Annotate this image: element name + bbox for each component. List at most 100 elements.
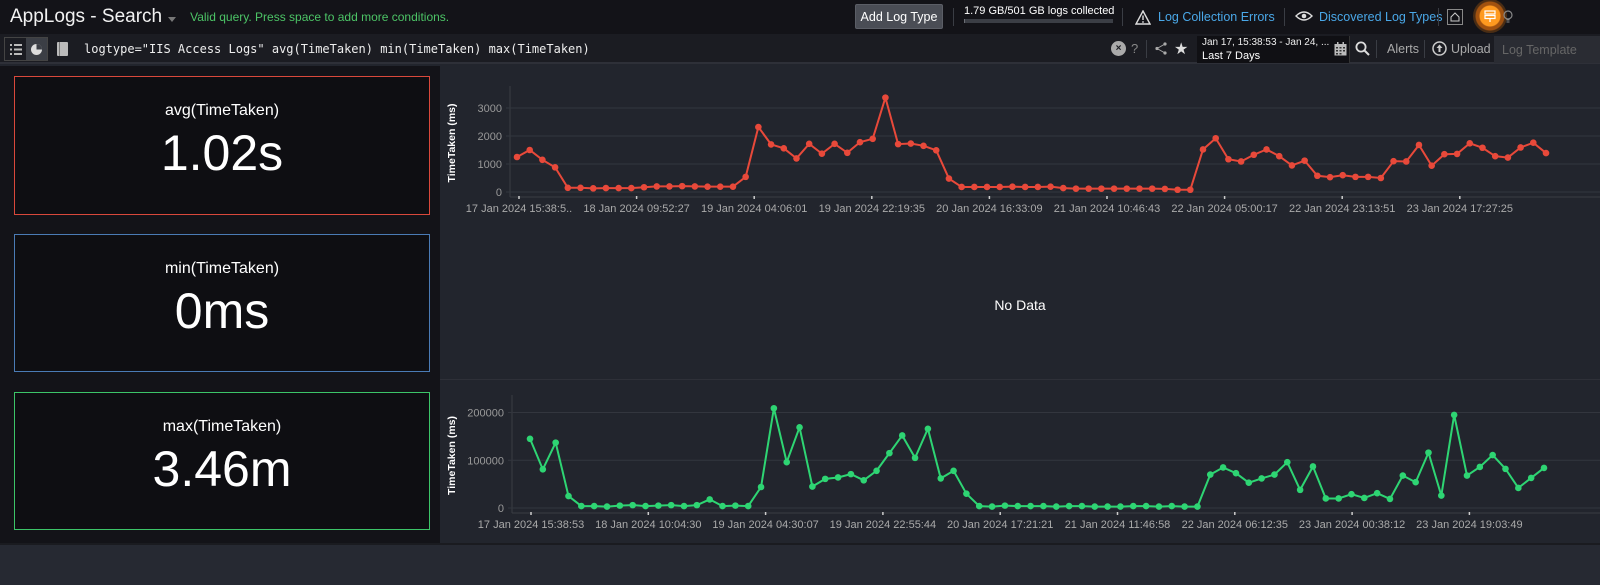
data-point [589, 185, 597, 192]
data-point [1117, 503, 1124, 510]
data-point [1504, 154, 1512, 161]
data-point [691, 183, 699, 190]
stat-card-max: max(TimeTaken) 3.46m [14, 392, 430, 530]
x-tick-label: 19 Jan 2024 22:55:44 [830, 519, 936, 531]
chevron-down-icon[interactable] [168, 16, 177, 22]
data-point [1001, 502, 1009, 509]
data-point [1479, 144, 1486, 152]
data-point [1390, 157, 1397, 165]
warning-icon [1134, 8, 1152, 26]
data-point [1091, 503, 1099, 510]
alerts-button[interactable]: Alerts [1387, 42, 1419, 56]
data-point [526, 435, 534, 443]
x-tick-label: 21 Jan 2024 10:46:43 [1054, 203, 1160, 215]
x-tick-label: 23 Jan 2024 00:38:12 [1299, 519, 1405, 531]
date-range-picker[interactable]: Jan 17, 15:38:53 - Jan 24, ... Last 7 Da… [1197, 36, 1350, 63]
search-query-input[interactable]: logtype="IIS Access Logs" avg(TimeTaken)… [84, 42, 590, 56]
x-tick-label: 22 Jan 2024 06:12:35 [1182, 519, 1288, 531]
data-point [1438, 492, 1445, 499]
data-point [1361, 494, 1368, 502]
view-toggle [4, 37, 48, 61]
data-point [1263, 146, 1270, 153]
data-point [796, 424, 803, 431]
data-point [526, 146, 534, 154]
data-point [1181, 503, 1188, 510]
data-point [1453, 150, 1461, 158]
data-point [1047, 183, 1054, 190]
upload-button[interactable]: Upload [1451, 42, 1491, 56]
search-icon[interactable] [1355, 41, 1370, 61]
data-point [1258, 475, 1265, 482]
data-point [1373, 489, 1381, 497]
home-icon[interactable] [1447, 9, 1463, 25]
y-tick-label: 3000 [478, 103, 502, 115]
data-point [1245, 479, 1253, 487]
data-point [1110, 185, 1118, 192]
discovered-log-types-link[interactable]: Discovered Log Types [1319, 10, 1442, 24]
data-point [783, 458, 791, 466]
data-point [1288, 162, 1296, 169]
x-tick-label: 17 Jan 2024 15:38:53 [478, 519, 584, 531]
add-log-type-button[interactable]: Add Log Type [855, 4, 943, 29]
data-point [821, 475, 829, 483]
data-point [1142, 502, 1150, 510]
log-collection-errors-link[interactable]: Log Collection Errors [1158, 10, 1275, 24]
log-template-button[interactable]: Log Template [1494, 36, 1600, 63]
data-point [1232, 469, 1240, 477]
clear-query-icon[interactable]: × [1111, 41, 1126, 56]
chart-view-icon[interactable] [26, 38, 47, 60]
divider [1376, 40, 1377, 58]
help-icon[interactable]: ? [1131, 41, 1138, 56]
data-point [655, 502, 662, 509]
max-timetaken-chart[interactable]: 0 100000 200000 TimeTaken (ms) 17 Jan 2024 1… [440, 381, 1600, 543]
stat-label: max(TimeTaken) [162, 418, 282, 435]
data-point [1314, 172, 1321, 180]
x-tick-label: 20 Jan 2024 16:33:09 [936, 203, 1042, 215]
star-icon[interactable]: ★ [1174, 39, 1188, 59]
data-point [1148, 185, 1156, 192]
x-tick-label: 23 Jan 2024 17:27:25 [1407, 203, 1513, 215]
data-point [680, 502, 688, 510]
share-icon[interactable] [1155, 42, 1167, 60]
data-point [1194, 503, 1201, 510]
data-point [755, 123, 762, 131]
app-title[interactable]: AppLogs - Search [10, 6, 162, 28]
data-point [628, 184, 635, 192]
data-point [729, 183, 737, 190]
y-tick-label: 0 [498, 503, 504, 515]
y-axis-label: TimeTaken (ms) [446, 416, 458, 495]
data-point [1219, 464, 1227, 471]
data-point [1348, 490, 1355, 498]
data-point [1155, 503, 1163, 510]
avg-timetaken-chart[interactable]: 0 1000 2000 3000 TimeTaken (ms) 17 Jan 2024 1… [440, 66, 1600, 230]
data-point [616, 502, 624, 509]
data-point [653, 183, 661, 190]
divider [1424, 40, 1425, 58]
signpost-icon[interactable] [1473, 0, 1507, 33]
list-view-icon[interactable] [5, 38, 26, 60]
data-point [1275, 152, 1283, 160]
stat-value: 0ms [174, 283, 270, 339]
data-point [1489, 451, 1496, 459]
calendar-icon[interactable] [1334, 42, 1347, 61]
data-point [1529, 139, 1537, 147]
x-tick-label: 17 Jan 2024 15:38:5.. [466, 203, 572, 215]
x-tick-label: 19 Jan 2024 22:19:35 [819, 203, 925, 215]
x-tick-label: 23 Jan 2024 19:03:49 [1416, 519, 1522, 531]
data-point [1428, 162, 1435, 169]
book-icon[interactable] [56, 41, 69, 62]
data-point [1021, 183, 1029, 191]
x-tick-label: 22 Jan 2024 05:00:17 [1171, 203, 1277, 215]
lightbulb-icon[interactable] [1503, 8, 1513, 26]
data-point [603, 503, 611, 510]
data-point [809, 483, 816, 490]
data-point [719, 502, 726, 510]
data-point [602, 184, 610, 192]
data-point [590, 502, 598, 510]
data-point [1161, 185, 1169, 193]
stat-value: 3.46m [152, 441, 292, 497]
data-point [920, 142, 927, 150]
data-point [886, 449, 893, 457]
data-point [706, 496, 713, 503]
data-point [1339, 171, 1347, 179]
